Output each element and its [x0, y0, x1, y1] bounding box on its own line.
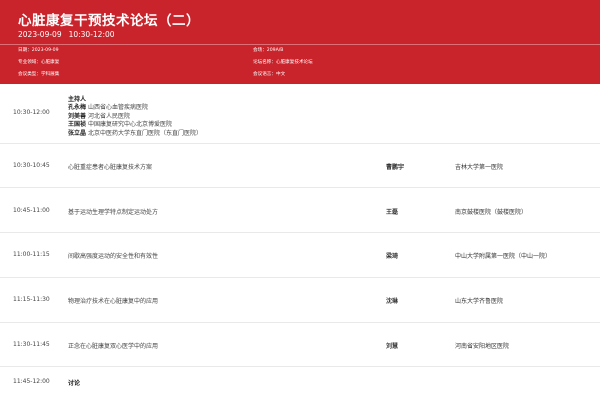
host-name: 王国祯	[68, 121, 87, 129]
session-header: 心脏康复干预技术论坛（二） 2023-09-09 10:30-12:00 日期：2…	[0, 0, 600, 84]
host-org: 山西省心血管疾病医院	[87, 104, 148, 112]
host-org: 北京中医药大学东直门医院（东直门医院）	[87, 129, 202, 137]
row-hospital: 山东大学齐鲁医院	[455, 298, 504, 305]
row-time: 10:45-11:00	[13, 207, 50, 214]
row-time: 10:30-12:00	[13, 109, 50, 116]
header-divider	[0, 44, 600, 45]
meta-field: 专业领域：心脏康复	[18, 60, 59, 66]
meta-type-label: 会议类型：	[18, 72, 41, 77]
row-time: 10:30-10:45	[13, 162, 50, 169]
meta-forum-value: 心脏康复技术论坛	[275, 60, 313, 65]
meta-language-label: 会议语言：	[253, 72, 276, 77]
row-speaker[interactable]: 梁琦	[386, 251, 398, 260]
row-topic: 正念在心脏康复双心医学中的应用	[68, 343, 159, 350]
host-name: 张立晶	[68, 129, 87, 137]
row-topic: 物理治疗技术在心脏康复中的应用	[68, 298, 159, 305]
meta-forum-label: 论坛名称：	[253, 60, 276, 65]
session-time: 10:30-12:00	[68, 30, 115, 39]
table-row: 10:30-10:45 心脏重症患者心脏康复技术方案 曹鹏宇 吉林大学第一医院	[0, 143, 600, 188]
row-hospital: 河南省安阳地区医院	[455, 343, 510, 350]
meta-date-value: 2023-09-09	[31, 48, 59, 53]
meta-venue: 会场：209A/B	[253, 48, 283, 54]
row-time: 11:45-12:00	[13, 378, 50, 385]
meta-venue-value: 209A/B	[266, 48, 284, 53]
meta-field-value: 心脏康复	[40, 60, 60, 65]
meta-language-value: 中文	[275, 72, 286, 77]
session-date: 2023-09-09	[18, 30, 62, 39]
meta-field-label: 专业领域：	[18, 60, 41, 65]
meta-forum: 论坛名称：心脏康复技术论坛	[253, 60, 313, 66]
meta-language: 会议语言：中文	[253, 72, 285, 78]
host-entry: 孔永梅 山西省心血管疾病医院	[68, 104, 202, 112]
host-org: 中国康复研究中心北京博爱医院	[87, 121, 172, 129]
meta-type: 会议类型：学科展集	[18, 72, 59, 78]
meta-date-label: 日期：	[18, 48, 32, 53]
meta-venue-label: 会场：	[253, 48, 267, 53]
meta-type-value: 学科展集	[40, 72, 60, 77]
row-hospital: 南京鼓楼医院（鼓楼医院）	[455, 209, 528, 216]
table-row: 11:15-11:30 物理治疗技术在心脏康复中的应用 沈琳 山东大学齐鲁医院	[0, 277, 600, 323]
row-time: 11:30-11:45	[13, 341, 50, 348]
row-time: 11:15-11:30	[13, 296, 50, 303]
host-entry: 王国祯 中国康复研究中心北京博爱医院	[68, 121, 202, 129]
host-entry: 刘美善 河北省人民医院	[68, 113, 202, 121]
table-row: 11:30-11:45 正念在心脏康复双心医学中的应用 刘慧 河南省安阳地区医院	[0, 322, 600, 367]
row-time: 11:00-11:15	[13, 251, 50, 258]
table-row: 10:30-12:00 主持人 孔永梅 山西省心血管疾病医院 刘美善 河北省人民…	[0, 84, 600, 144]
session-title: 心脏康复干预技术论坛（二）	[18, 13, 200, 29]
host-entry: 张立晶 北京中医药大学东直门医院（东直门医院）	[68, 130, 202, 138]
row-topic: 心脏重症患者心脏康复技术方案	[68, 164, 153, 171]
row-topic: 讨论	[68, 380, 81, 387]
row-hospital: 中山大学附属第一医院（中山一院）	[455, 253, 552, 260]
row-speaker[interactable]: 沈琳	[386, 296, 398, 305]
row-speaker[interactable]: 王磊	[386, 207, 398, 216]
schedule-table: 10:30-12:00 主持人 孔永梅 山西省心血管疾病医院 刘美善 河北省人民…	[0, 84, 600, 405]
session-datetime: 2023-09-09 10:30-12:00	[18, 30, 115, 39]
host-name: 刘美善	[68, 112, 87, 120]
host-org: 河北省人民医院	[87, 112, 130, 120]
row-speaker[interactable]: 刘慧	[386, 341, 398, 350]
table-row: 11:45-12:00 讨论	[0, 366, 600, 405]
row-topic: 基于运动生理学特点制定运动处方	[68, 209, 159, 216]
host-name: 孔永梅	[68, 104, 87, 112]
meta-date: 日期：2023-09-09	[18, 48, 59, 54]
session-detail-page: 心脏康复干预技术论坛（二） 2023-09-09 10:30-12:00 日期：2…	[0, 0, 600, 405]
row-speaker[interactable]: 曹鹏宇	[386, 162, 404, 171]
row-topic: 间歇高强度运动的安全性和有效性	[68, 253, 159, 260]
table-row: 10:45-11:00 基于运动生理学特点制定运动处方 王磊 南京鼓楼医院（鼓楼…	[0, 187, 600, 233]
table-row: 11:00-11:15 间歇高强度运动的安全性和有效性 梁琦 中山大学附属第一医…	[0, 232, 600, 278]
hosts-block: 主持人 孔永梅 山西省心血管疾病医院 刘美善 河北省人民医院 王国祯 中国康复研…	[68, 96, 202, 138]
row-hospital: 吉林大学第一医院	[455, 164, 504, 171]
